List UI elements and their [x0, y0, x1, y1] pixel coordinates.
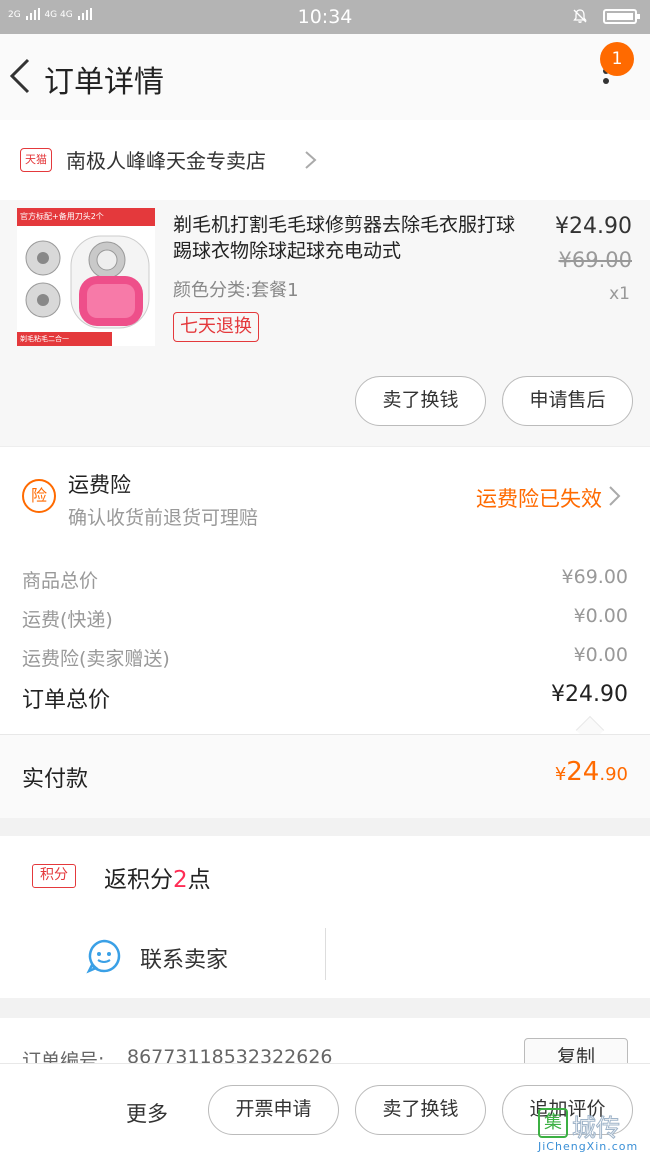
tmall-icon: 天猫: [20, 148, 52, 172]
summary-label: 运费险(卖家赠送): [22, 648, 170, 670]
paid-integer: 24: [566, 757, 600, 787]
return-policy-tag: 七天退换: [173, 312, 259, 342]
product-price: ¥24.90: [555, 214, 632, 239]
page-title: 订单详情: [44, 65, 164, 100]
bell-off-icon: [573, 9, 587, 23]
notification-badge: 1: [600, 42, 634, 76]
watermark-name: 城传: [572, 1114, 621, 1143]
more-button[interactable]: 更多: [126, 1098, 168, 1128]
chevron-right-icon: [305, 151, 317, 169]
insurance-icon: 险: [22, 479, 56, 513]
battery-icon: [603, 9, 640, 24]
points-prefix: 返积分: [104, 867, 173, 893]
shop-header[interactable]: 天猫 南极人峰峰天金专卖店: [0, 120, 650, 200]
status-bar: 2G 4G 4G 10:34: [0, 0, 650, 34]
order-total-label: 订单总价: [22, 688, 111, 713]
lint-remover-illustration: [25, 235, 150, 329]
resell-button[interactable]: 卖了换钱: [355, 376, 486, 426]
order-total-row: 订单总价 ¥24.90: [22, 682, 628, 714]
order-info: 订单编号: 86773118532322626 复制: [0, 1018, 650, 1068]
insurance-subtitle: 确认收货前退货可理赔: [68, 507, 259, 529]
points-suffix: 点: [187, 867, 211, 893]
points-section: 积分 返积分2点 联系卖家: [0, 836, 650, 998]
paid-label: 实付款: [22, 767, 89, 792]
resell-button[interactable]: 卖了换钱: [355, 1085, 486, 1135]
paid-value: ¥24.90: [555, 757, 628, 787]
smile-chat-icon: [86, 939, 121, 974]
insurance-status: 运费险已失效: [476, 487, 602, 511]
summary-label: 运费(快递): [22, 609, 113, 631]
invoice-request-button[interactable]: 开票申请: [208, 1085, 339, 1135]
price-summary: 商品总价 ¥69.00 运费(快递) ¥0.00 运费险(卖家赠送) ¥0.00…: [0, 546, 650, 745]
paid-decimal: .90: [599, 764, 628, 785]
summary-value: ¥0.00: [573, 644, 628, 666]
product-image[interactable]: 官方标配+备用刀头2个 剃毛粘毛二合一: [17, 208, 155, 346]
paid-amount-row: 实付款 ¥24.90: [0, 734, 650, 818]
clock: 10:34: [297, 6, 353, 28]
summary-value: ¥69.00: [561, 566, 628, 588]
watermark-url: JiChengXin.com: [538, 1140, 639, 1153]
insurance-title: 运费险: [68, 473, 131, 497]
shipping-insurance-row[interactable]: 险 运费险 确认收货前退货可理赔 运费险已失效: [0, 446, 650, 546]
chevron-right-icon: [609, 486, 621, 506]
order-total-value: ¥24.90: [551, 682, 628, 707]
divider: [325, 928, 326, 980]
points-text: 返积分2点: [104, 860, 211, 894]
chevron-left-icon[interactable]: [8, 56, 32, 96]
site-watermark: 集 城传 JiChengXin.com: [534, 1106, 650, 1155]
points-count: 2: [173, 867, 188, 893]
watermark-logo: 集: [538, 1108, 568, 1138]
nav-bar: 订单详情 1: [0, 34, 650, 120]
summary-label: 商品总价: [22, 570, 99, 592]
points-tag: 积分: [32, 864, 76, 888]
product-image-caption: 剃毛粘毛二合一: [17, 332, 112, 346]
summary-row: 运费(快递) ¥0.00: [22, 605, 628, 632]
product-variant: 颜色分类:套餐1: [173, 280, 299, 301]
order-item: 官方标配+备用刀头2个 剃毛粘毛二合一 剃毛机打割毛毛球修剪器去除毛衣服打球踢球…: [0, 200, 650, 446]
product-original-price: ¥69.00: [558, 248, 632, 272]
shop-name: 南极人峰峰天金专卖店: [66, 149, 266, 173]
product-title[interactable]: 剃毛机打割毛毛球修剪器去除毛衣服打球踢球衣物除球起球充电动式: [173, 212, 525, 264]
summary-value: ¥0.00: [573, 605, 628, 627]
summary-row: 运费险(卖家赠送) ¥0.00: [22, 644, 628, 671]
contact-seller-label: 联系卖家: [140, 948, 229, 973]
summary-row: 商品总价 ¥69.00: [22, 566, 628, 593]
paid-currency: ¥: [554, 764, 567, 785]
product-quantity: x1: [609, 284, 630, 304]
after-sale-button[interactable]: 申请售后: [502, 376, 633, 426]
